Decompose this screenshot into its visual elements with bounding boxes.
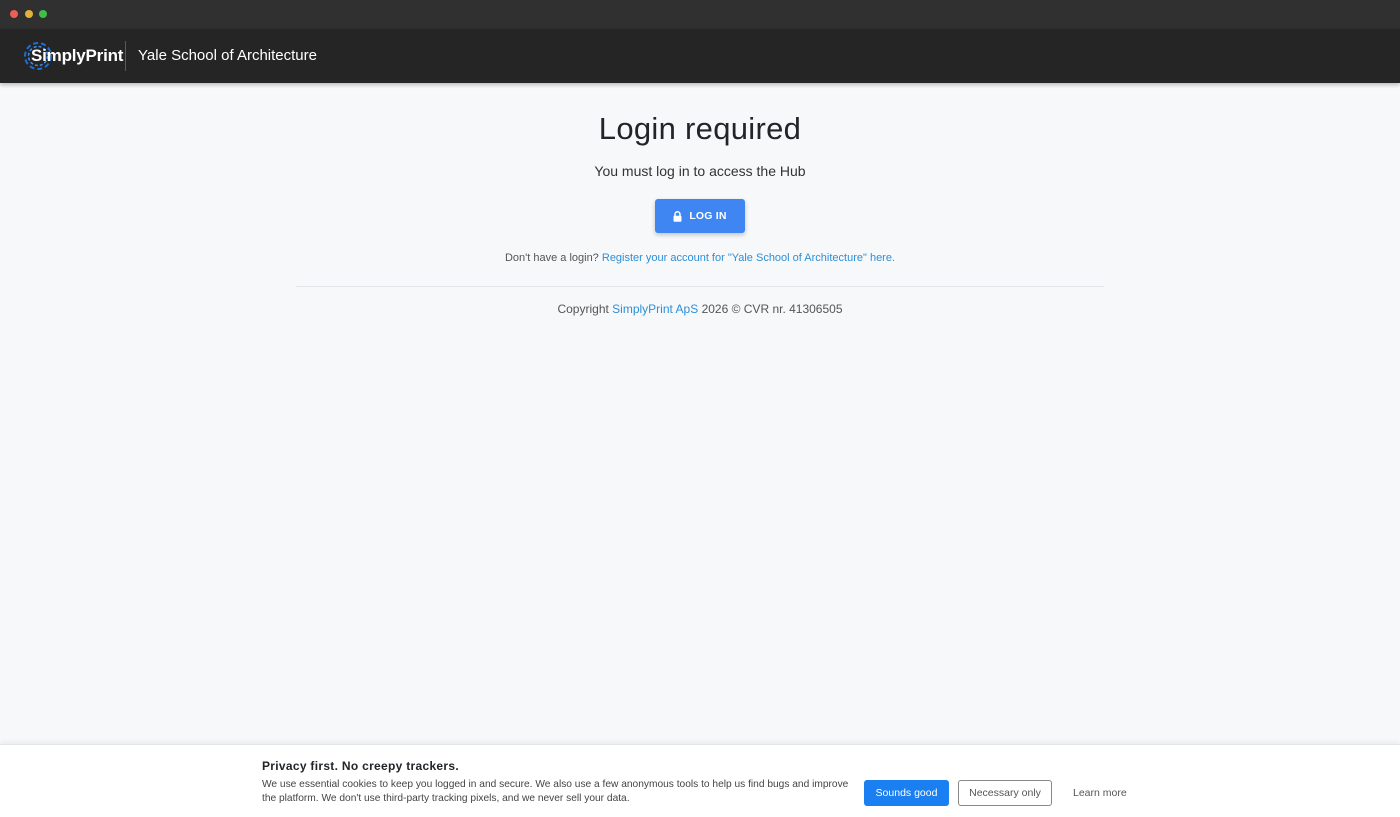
- copyright-prefix: Copyright: [557, 302, 609, 316]
- window-titlebar: [0, 0, 1400, 29]
- brand-logo-link[interactable]: SimplyPrint: [22, 40, 123, 72]
- divider: [296, 286, 1104, 287]
- page-subtitle: You must log in to access the Hub: [594, 163, 806, 179]
- minimize-window-button[interactable]: [25, 10, 33, 18]
- header-divider: [125, 41, 126, 71]
- cookie-banner-text: We use essential cookies to keep you log…: [262, 779, 849, 804]
- page-title: Login required: [598, 111, 802, 146]
- register-line: Don't have a login? Register your accoun…: [0, 252, 1400, 264]
- necessary-only-button[interactable]: Necessary only: [958, 780, 1052, 806]
- login-button-label: LOG IN: [689, 210, 727, 222]
- organization-name: Yale School of Architecture: [138, 47, 317, 64]
- simplyprint-logo-icon: SimplyPrint: [22, 40, 123, 72]
- cookie-banner-title: Privacy first. No creepy trackers.: [262, 759, 459, 773]
- lock-icon: [673, 210, 682, 222]
- company-link[interactable]: SimplyPrint ApS: [612, 302, 698, 316]
- brand-name: SimplyPrint: [31, 46, 124, 65]
- copyright-suffix: 2026 © CVR nr. 41306505: [701, 302, 843, 316]
- learn-more-link[interactable]: Learn more: [1073, 787, 1127, 799]
- copyright: Copyright SimplyPrint ApS 2026 © CVR nr.…: [0, 302, 1400, 316]
- app-header: SimplyPrint Yale School of Architecture: [0, 29, 1400, 83]
- close-window-button[interactable]: [10, 10, 18, 18]
- maximize-window-button[interactable]: [39, 10, 47, 18]
- cookie-banner: Privacy first. No creepy trackers. We us…: [0, 744, 1400, 817]
- register-link[interactable]: Register your account for "Yale School o…: [602, 252, 895, 264]
- accept-cookies-button[interactable]: Sounds good: [864, 780, 949, 806]
- register-prompt: Don't have a login?: [504, 252, 599, 264]
- login-button[interactable]: LOG IN: [655, 199, 745, 233]
